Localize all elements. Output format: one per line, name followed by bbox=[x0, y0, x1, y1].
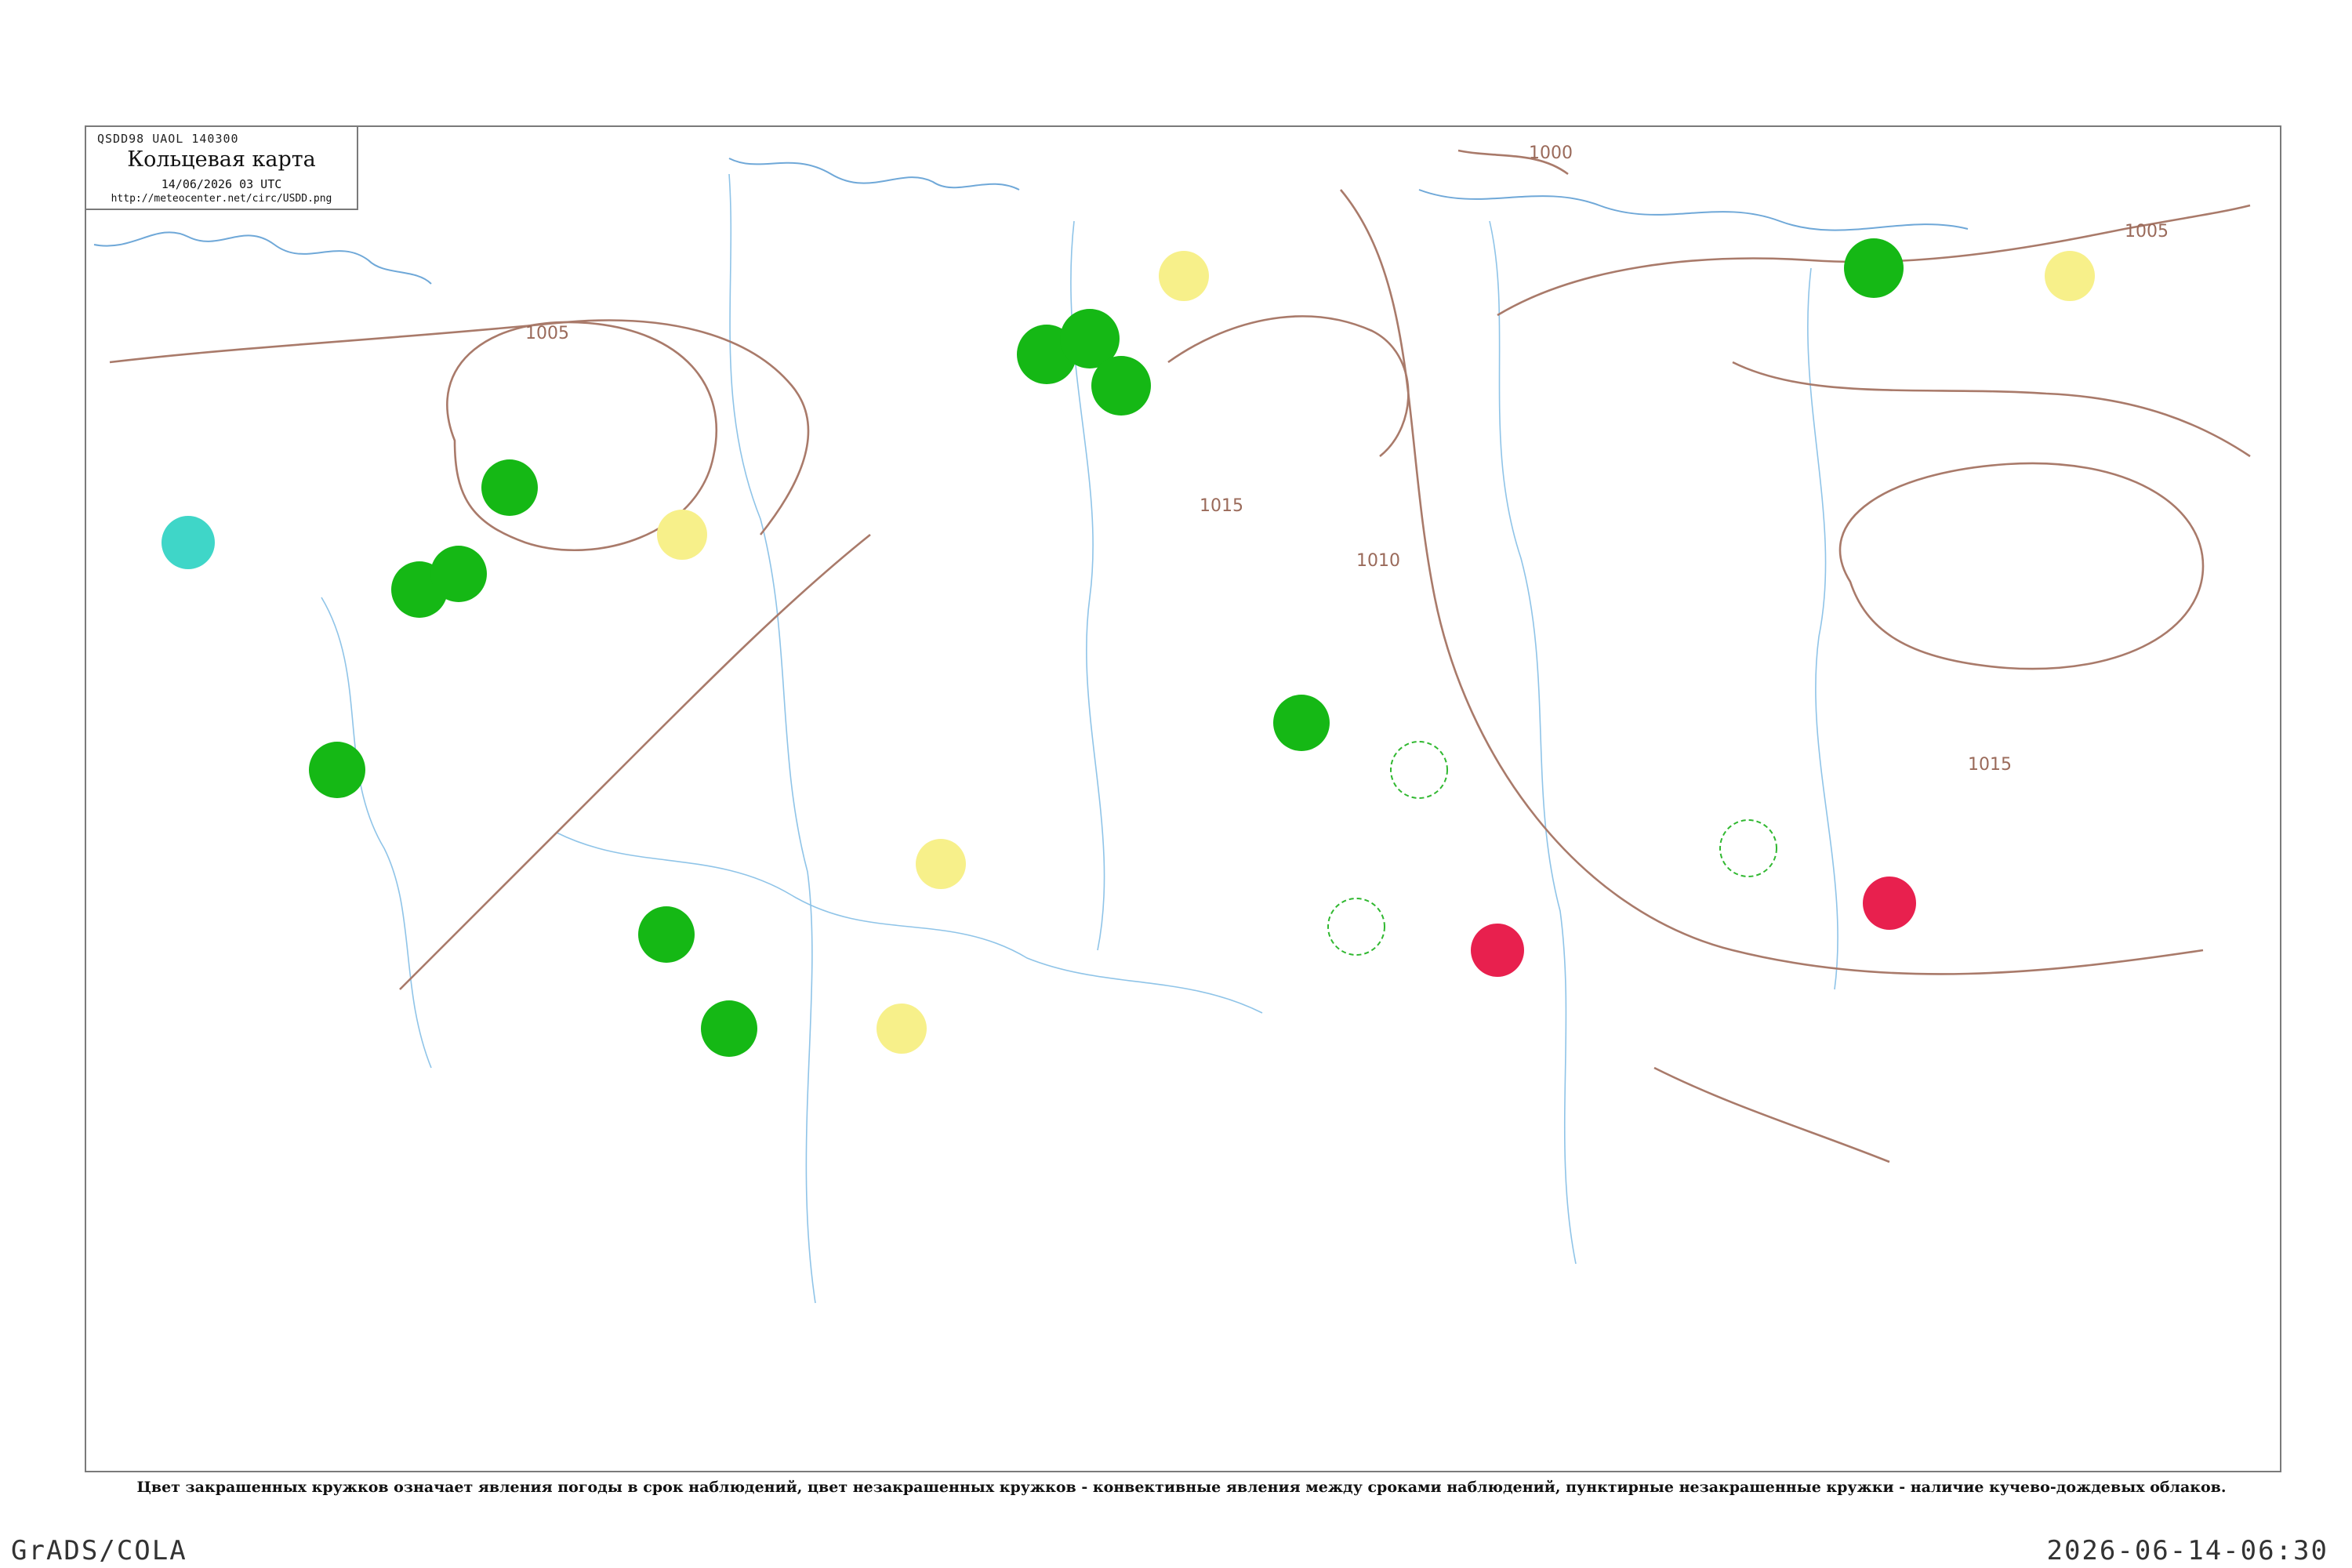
synoptic-map: 1000 1005 1005 1010 1015 1015 bbox=[85, 125, 2281, 1472]
isobar-1005 bbox=[109, 319, 810, 535]
isobar-1015-south bbox=[1653, 1066, 1890, 1163]
isobar-label-1005-east: 1005 bbox=[2125, 222, 2169, 241]
river-5 bbox=[321, 597, 432, 1069]
weather-circles bbox=[162, 238, 2095, 1057]
fog-circle[interactable] bbox=[877, 1004, 927, 1054]
bulletin-code: QSDD98 UAOL 140300 bbox=[97, 132, 239, 146]
isobar-label-1010: 1010 bbox=[1356, 551, 1400, 571]
rain-circle[interactable] bbox=[481, 459, 538, 516]
map-title: Кольцевая карта bbox=[127, 147, 316, 172]
fog-circle[interactable] bbox=[916, 839, 966, 889]
rain-circle[interactable] bbox=[1273, 695, 1330, 751]
isobar-label-1000-north: 1000 bbox=[1529, 143, 1573, 163]
isobar-label-1005: 1005 bbox=[525, 324, 569, 343]
isobar-1015-ring bbox=[1838, 462, 2205, 670]
fog-circle[interactable] bbox=[2045, 251, 2095, 301]
isobar-labels: 1000 1005 1005 1010 1015 1015 bbox=[525, 143, 2169, 775]
map-canvas: 1000 1005 1005 1010 1015 1015 bbox=[93, 143, 2251, 1304]
rain-circle[interactable] bbox=[701, 1000, 757, 1057]
cb-circle[interactable] bbox=[1327, 898, 1385, 956]
coastline-west bbox=[93, 231, 432, 285]
cb-circle[interactable] bbox=[1719, 819, 1777, 877]
map-date: 14/06/2026 03 UTC bbox=[161, 177, 282, 191]
isobar-1010-east bbox=[1340, 189, 2204, 975]
isobar-label-1015-east: 1015 bbox=[1968, 755, 2012, 775]
fog-circle[interactable] bbox=[1159, 251, 1209, 301]
map-title-box: QSDD98 UAOL 140300 Кольцевая карта 14/06… bbox=[86, 127, 358, 210]
render-timestamp: 2026-06-14-06:30 bbox=[2046, 1535, 2328, 1566]
isobar-1010 bbox=[399, 533, 871, 990]
coastline-kara bbox=[728, 158, 1020, 191]
river-1 bbox=[728, 173, 816, 1304]
legend-caption: Цвет закрашенных кружков означает явлени… bbox=[136, 1479, 2227, 1496]
river-4 bbox=[1807, 267, 1838, 990]
rain-circle[interactable] bbox=[1091, 356, 1151, 416]
coastline-east bbox=[1418, 189, 1969, 231]
thunder-circle[interactable] bbox=[1471, 924, 1524, 977]
rain-circle[interactable] bbox=[309, 742, 365, 798]
rain-circle[interactable] bbox=[1844, 238, 1904, 298]
map-url[interactable]: http://meteocenter.net/circ/USDD.png bbox=[86, 193, 357, 205]
snow-circle[interactable] bbox=[162, 516, 215, 569]
rain-circle[interactable] bbox=[638, 906, 695, 963]
isobar-label-1015: 1015 bbox=[1200, 496, 1243, 516]
isobar-1015 bbox=[1167, 315, 1410, 458]
isobar-layer bbox=[109, 149, 2251, 1163]
fog-circle[interactable] bbox=[657, 510, 707, 560]
rain-circle[interactable] bbox=[430, 546, 487, 602]
river-3 bbox=[1489, 220, 1577, 1265]
grads-brand: GrADS/COLA bbox=[11, 1535, 187, 1566]
thunder-circle[interactable] bbox=[1863, 877, 1916, 930]
cb-circle[interactable] bbox=[1390, 741, 1448, 799]
